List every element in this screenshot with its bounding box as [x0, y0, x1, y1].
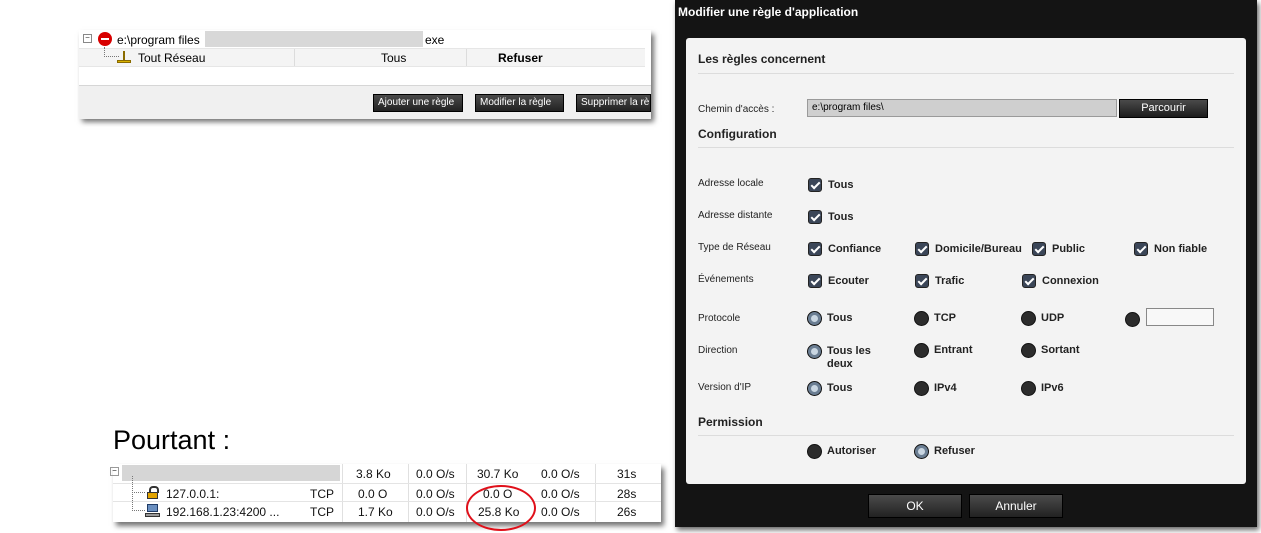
radio-unselected-icon: [914, 343, 929, 358]
rule-scope: Tous: [381, 51, 407, 65]
recv-rate-cell: 0.0 O/s: [541, 487, 580, 501]
events-label: Événements: [698, 274, 754, 285]
connections-table: − 3.8 Ko 0.0 O/s 30.7 Ko 0.0 O/s 31s 127…: [110, 464, 661, 522]
section-permission-title: Permission: [698, 415, 763, 429]
checkbox-checked-icon: [1032, 242, 1046, 256]
browse-button[interactable]: Parcourir: [1119, 99, 1208, 118]
recv-cell: 30.7 Ko: [477, 467, 519, 481]
sent-rate-cell: 0.0 O/s: [416, 467, 455, 481]
checkbox-checked-icon: [915, 242, 929, 256]
rules-tree-panel: − e:\program files exe Tout Réseau Tous …: [79, 30, 651, 119]
time-cell: 31s: [617, 467, 637, 481]
remote-address-label: Adresse distante: [698, 210, 773, 221]
ip-version-label: Version d'IP: [698, 382, 752, 393]
tree-connector: [132, 476, 145, 493]
tree-connector: [132, 492, 145, 511]
computer-icon: [145, 504, 160, 517]
proto-cell: TCP: [310, 505, 334, 519]
table-row[interactable]: 127.0.0.1: TCP 0.0 O 0.0 O/s 0.0 O 0.0 O…: [113, 476, 661, 502]
divider: [698, 435, 1234, 436]
redacted-app-name: [122, 465, 340, 481]
path-label: Chemin d'accès :: [698, 104, 775, 115]
recv-rate-cell: 0.0 O/s: [541, 467, 580, 481]
rule-network: Tout Réseau: [138, 51, 206, 65]
connection-address: 127.0.0.1:: [166, 487, 220, 501]
protocol-custom-input[interactable]: [1146, 308, 1214, 326]
tree-collapse-icon[interactable]: −: [83, 34, 92, 43]
network-icon: [117, 51, 131, 63]
rule-path-suffix: exe: [425, 33, 445, 47]
rule-row-application[interactable]: − e:\program files exe: [79, 30, 651, 48]
protocol-label: Protocole: [698, 313, 741, 324]
proto-cell: TCP: [310, 487, 334, 501]
path-input[interactable]: e:\program files\: [807, 99, 1117, 117]
dialog-title: Modifier une règle d'application: [678, 5, 859, 19]
pourtant-caption: Pourtant :: [113, 425, 231, 455]
radio-unselected-icon: [914, 311, 929, 326]
edit-rule-dialog: Modifier une règle d'application Les règ…: [675, 0, 1257, 527]
sent-rate-cell: 0.0 O/s: [416, 505, 455, 519]
checkbox-checked-icon: [808, 274, 822, 288]
blocked-icon: [98, 32, 112, 46]
radio-selected-icon: [914, 444, 929, 459]
modify-rule-button[interactable]: Modifier la règle: [475, 94, 564, 112]
checkbox-checked-icon: [1022, 274, 1036, 288]
sent-cell: 1.7 Ko: [358, 505, 393, 519]
divider: [698, 147, 1234, 148]
rule-row-network[interactable]: Tout Réseau Tous Refuser: [79, 47, 645, 67]
checkbox-checked-icon: [808, 178, 822, 192]
checkbox-checked-icon: [808, 210, 822, 224]
delete-rule-button[interactable]: Supprimer la rè: [576, 94, 651, 112]
rules-toolbar: Ajouter une règle Modifier la règle Supp…: [79, 85, 651, 119]
sent-cell: 0.0 O: [358, 487, 388, 501]
highlight-circle: [466, 485, 536, 531]
radio-selected-icon: [807, 381, 822, 396]
rule-action: Refuser: [498, 51, 543, 65]
table-row[interactable]: − 3.8 Ko 0.0 O/s 30.7 Ko 0.0 O/s 31s: [110, 464, 661, 482]
checkbox-checked-icon: [808, 242, 822, 256]
sent-rate-cell: 0.0 O/s: [416, 487, 455, 501]
redacted-path: [205, 31, 423, 47]
lock-icon: [147, 486, 159, 499]
tree-collapse-icon[interactable]: −: [110, 467, 119, 476]
radio-unselected-icon: [1021, 311, 1036, 326]
local-address-label: Adresse locale: [698, 178, 764, 189]
section-concern-title: Les règles concernent: [698, 52, 826, 66]
direction-label: Direction: [698, 345, 738, 356]
rule-path-prefix: e:\program files: [117, 33, 200, 47]
sent-cell: 3.8 Ko: [356, 467, 391, 481]
radio-unselected-icon: [1021, 381, 1036, 396]
divider: [698, 73, 1234, 74]
recv-rate-cell: 0.0 O/s: [541, 505, 580, 519]
radio-unselected-icon: [1125, 312, 1140, 327]
ok-button[interactable]: OK: [868, 494, 962, 518]
connection-address: 192.168.1.23:4200 ...: [166, 505, 280, 519]
radio-selected-icon: [807, 311, 822, 326]
radio-unselected-icon: [807, 444, 822, 459]
radio-unselected-icon: [914, 381, 929, 396]
cancel-button[interactable]: Annuler: [969, 494, 1063, 518]
add-rule-button[interactable]: Ajouter une règle: [373, 94, 463, 112]
column-divider: [294, 49, 295, 66]
network-type-label: Type de Réseau: [698, 242, 771, 253]
checkbox-checked-icon: [915, 274, 929, 288]
column-divider: [466, 49, 467, 66]
time-cell: 26s: [617, 505, 637, 519]
radio-unselected-icon: [1021, 343, 1036, 358]
radio-selected-icon: [807, 344, 822, 359]
table-row[interactable]: 192.168.1.23:4200 ... TCP 1.7 Ko 0.0 O/s…: [113, 492, 661, 520]
time-cell: 28s: [617, 487, 637, 501]
checkbox-checked-icon: [1134, 242, 1148, 256]
dialog-body: Les règles concernent Chemin d'accès : e…: [686, 38, 1246, 484]
section-config-title: Configuration: [698, 127, 777, 141]
